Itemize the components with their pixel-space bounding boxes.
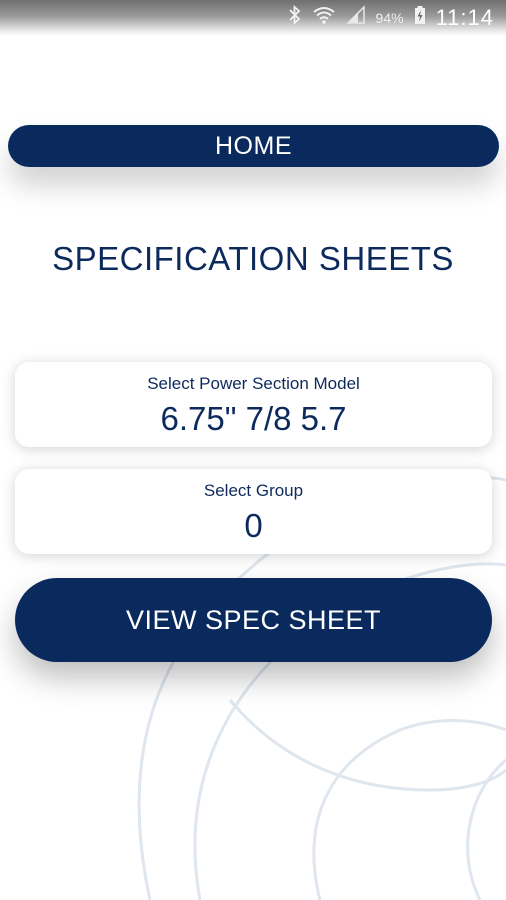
status-icons: 94% 11:14 — [288, 4, 494, 31]
power-section-model-value: 6.75" 7/8 5.7 — [160, 400, 347, 437]
home-button[interactable]: HOME — [8, 125, 499, 167]
wifi-icon — [312, 5, 336, 31]
status-clock: 11:14 — [435, 5, 494, 30]
power-section-model-select[interactable]: Select Power Section Model 6.75" 7/8 5.7 — [15, 362, 492, 447]
status-bar: 94% 11:14 — [0, 0, 506, 36]
group-value: 0 — [244, 507, 263, 544]
group-select[interactable]: Select Group 0 — [15, 469, 492, 554]
app-screen: 94% 11:14 HOME SPECIFICATION SHEETS Sele… — [0, 0, 506, 900]
signal-icon — [345, 5, 366, 31]
view-spec-sheet-button[interactable]: VIEW SPEC SHEET — [15, 578, 492, 662]
battery-percent: 94% — [375, 10, 404, 26]
bluetooth-icon — [288, 4, 302, 31]
battery-charging-icon — [414, 5, 426, 31]
page-title: SPECIFICATION SHEETS — [52, 240, 454, 277]
power-section-model-label: Select Power Section Model — [147, 374, 360, 393]
group-label: Select Group — [203, 481, 304, 500]
